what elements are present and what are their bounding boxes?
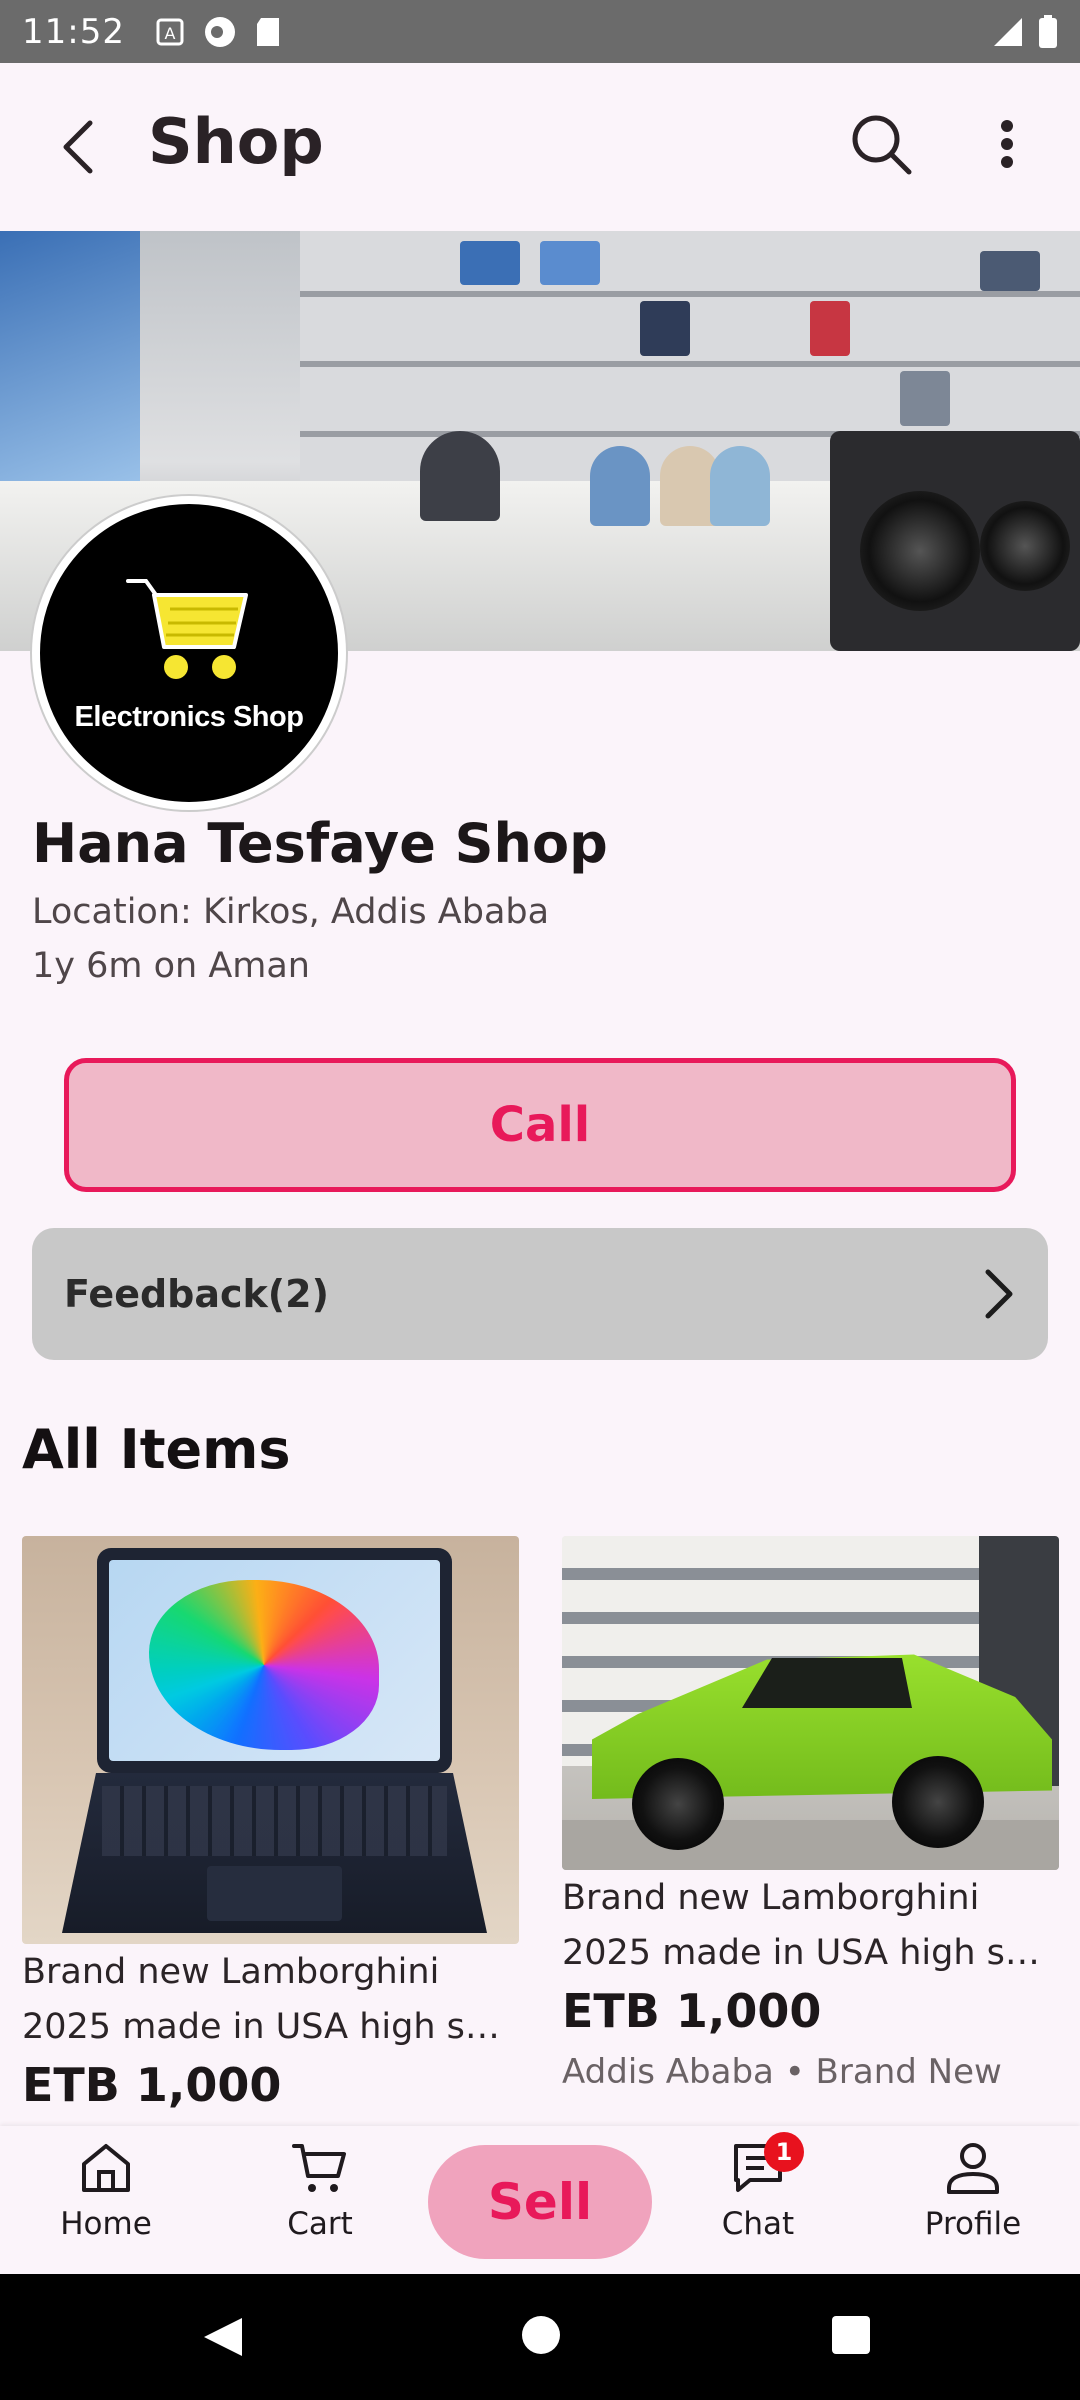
call-button[interactable]: Call — [64, 1058, 1016, 1192]
more-vert-icon — [1001, 120, 1013, 168]
system-recents-icon[interactable] — [830, 2314, 872, 2356]
nav-profile[interactable]: Profile — [883, 2138, 1063, 2242]
keyboard-icon: A — [156, 18, 184, 45]
chevron-right-icon — [982, 1268, 1016, 1320]
signal-icon — [994, 17, 1022, 46]
item-title-line2: 2025 made in USA high spe... — [562, 1933, 1059, 1973]
svg-text:A: A — [165, 24, 176, 43]
search-icon — [852, 115, 912, 175]
status-time: 11:52 — [22, 11, 125, 52]
logo-text: Electronics Shop — [74, 700, 304, 733]
item-title-line2: 2025 made in USA high spe... — [22, 2007, 519, 2047]
section-title: All Items — [22, 1418, 291, 1481]
nav-chat-label: Chat — [721, 2206, 795, 2242]
shopping-cart-logo-icon — [126, 578, 248, 679]
cart-icon — [292, 2144, 346, 2192]
item-card[interactable]: Brand new Lamborghini 2025 made in USA h… — [22, 1536, 519, 2112]
nav-home[interactable]: Home — [16, 2138, 196, 2242]
status-bar: 11:52 A — [0, 0, 1080, 63]
profile-icon — [947, 2143, 999, 2194]
item-title-line1: Brand new Lamborghini — [22, 1952, 440, 1992]
arrow-back-icon — [63, 120, 93, 174]
shop-membership-age: 1y 6m on Aman — [32, 946, 310, 986]
nav-home-label: Home — [60, 2206, 152, 2242]
nav-profile-label: Profile — [924, 2206, 1022, 2242]
search-button[interactable] — [846, 109, 916, 179]
system-back-icon[interactable] — [200, 2314, 246, 2360]
shop-logo: Electronics Shop — [32, 496, 346, 810]
nav-cart-label: Cart — [287, 2206, 353, 2242]
nav-cart[interactable]: Cart — [230, 2138, 410, 2242]
system-navigation-bar — [0, 2274, 1080, 2400]
home-icon — [82, 2144, 130, 2192]
item-price: ETB 1,000 — [562, 1984, 822, 2038]
app-notification-icon — [204, 16, 235, 47]
feedback-row[interactable]: Feedback(2) — [32, 1228, 1048, 1360]
status-notification-icons: A — [155, 15, 281, 49]
nav-chat[interactable]: 1 Chat — [668, 2132, 848, 2242]
car-image[interactable] — [562, 1536, 1059, 1870]
back-button[interactable] — [48, 117, 108, 177]
item-card[interactable]: Brand new Lamborghini 2025 made in USA h… — [562, 1536, 1059, 2092]
laptop-image[interactable] — [22, 1536, 519, 1944]
item-price: ETB 1,000 — [22, 2058, 282, 2112]
battery-icon — [1039, 14, 1057, 48]
app-bar: Shop — [0, 63, 1080, 231]
feedback-label: Feedback(2) — [64, 1272, 329, 1316]
item-meta: Addis Ababa • Brand New — [562, 2052, 1002, 2092]
bottom-navigation: Home Cart Sell 1 Chat Profile — [0, 2126, 1080, 2274]
page-title: Shop — [148, 105, 324, 178]
more-options-button[interactable] — [980, 109, 1034, 179]
item-title-line1: Brand new Lamborghini — [562, 1878, 980, 1918]
chat-badge: 1 — [764, 2132, 804, 2172]
sell-button[interactable]: Sell — [428, 2145, 652, 2259]
shop-location: Location: Kirkos, Addis Ababa — [32, 892, 550, 932]
shop-name: Hana Tesfaye Shop — [32, 812, 608, 875]
status-system-icons — [992, 14, 1058, 49]
sd-card-icon — [256, 17, 279, 46]
system-home-icon[interactable] — [520, 2314, 562, 2356]
